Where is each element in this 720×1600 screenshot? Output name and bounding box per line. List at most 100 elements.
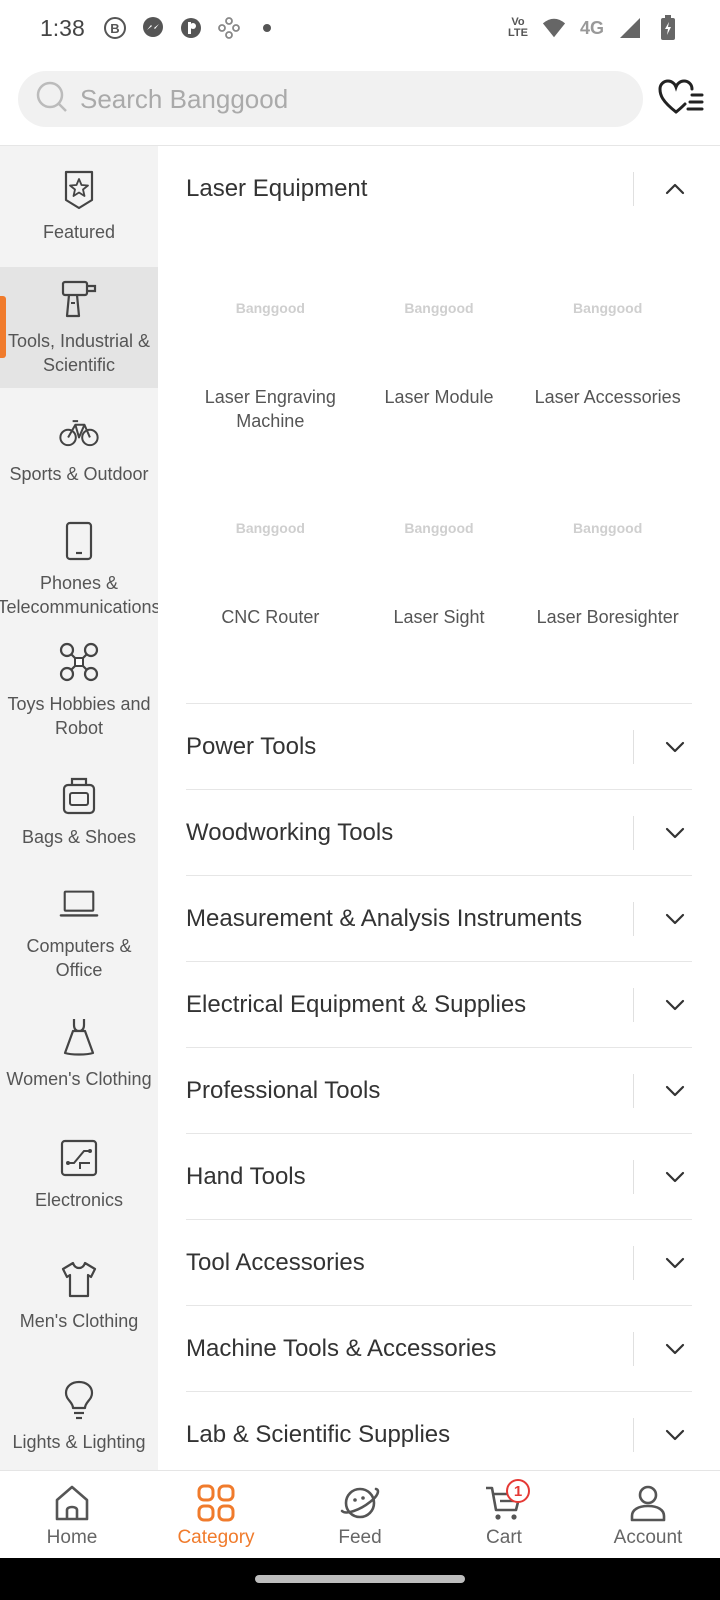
subcategory-item[interactable]: Banggood Laser Engraving Machine bbox=[186, 243, 355, 463]
sidebar-item-computers-office[interactable]: Computers & Office bbox=[0, 872, 158, 993]
network-type: 4G bbox=[579, 17, 604, 38]
star-badge-icon bbox=[59, 170, 99, 210]
home-gesture-handle[interactable] bbox=[255, 1575, 465, 1583]
section-hand-tools[interactable]: Hand Tools bbox=[186, 1134, 692, 1220]
section-tool-accessories[interactable]: Tool Accessories bbox=[186, 1220, 692, 1306]
sidebar-item-sports-outdoor[interactable]: Sports & Outdoor bbox=[0, 388, 158, 509]
drill-icon bbox=[59, 279, 99, 319]
subcategory-label: Laser Boresighter bbox=[536, 607, 679, 627]
section-lab-scientific[interactable]: Lab & Scientific Supplies bbox=[186, 1392, 692, 1470]
dot-icon bbox=[255, 16, 279, 40]
chevron-down-icon[interactable] bbox=[660, 1420, 690, 1450]
subcategory-thumbnail: Banggood bbox=[404, 300, 474, 316]
chevron-down-icon[interactable] bbox=[660, 818, 690, 848]
drone-icon bbox=[59, 642, 99, 682]
section-title: Measurement & Analysis Instruments bbox=[186, 904, 583, 932]
sidebar-item-toys-hobbies-robot[interactable]: Toys Hobbies and Robot bbox=[0, 630, 158, 751]
subcategory-label: Laser Accessories bbox=[534, 387, 681, 407]
search-bar[interactable] bbox=[18, 71, 643, 127]
sidebar-item-lights-lighting[interactable]: Lights & Lighting bbox=[0, 1356, 158, 1470]
messenger-icon bbox=[141, 16, 165, 40]
gamepad-icon bbox=[217, 16, 241, 40]
chevron-down-icon[interactable] bbox=[660, 1334, 690, 1364]
section-measurement-analysis[interactable]: Measurement & Analysis Instruments bbox=[186, 876, 692, 962]
sidebar-item-label: Men's Clothing bbox=[19, 1310, 139, 1331]
subcategory-item[interactable]: Banggood Laser Sight bbox=[355, 463, 524, 683]
section-woodworking-tools[interactable]: Woodworking Tools bbox=[186, 790, 692, 876]
section-title: Hand Tools bbox=[186, 1162, 306, 1190]
nav-category[interactable]: Category bbox=[144, 1471, 288, 1558]
sidebar-item-label: Bags & Shoes bbox=[21, 826, 137, 847]
subcategory-item[interactable]: Banggood Laser Module bbox=[355, 243, 524, 463]
subcategory-item[interactable]: Banggood CNC Router bbox=[186, 463, 355, 683]
nav-label: Category bbox=[177, 1527, 255, 1548]
sidebar-item-tools-industrial-scientific[interactable]: Tools, Industrial & Scientific bbox=[0, 267, 158, 388]
sidebar-item-electronics[interactable]: Electronics bbox=[0, 1114, 158, 1235]
signal-icon bbox=[618, 16, 642, 40]
subcategory-panel: Laser Equipment Banggood Laser Engraving… bbox=[158, 146, 720, 1470]
chevron-up-icon[interactable] bbox=[660, 174, 690, 204]
chevron-down-icon[interactable] bbox=[660, 732, 690, 762]
wishlist-button[interactable] bbox=[658, 78, 704, 120]
subcategory-thumbnail: Banggood bbox=[573, 520, 643, 536]
sidebar-item-phones-telecommunications[interactable]: Phones & Telecommunications bbox=[0, 509, 158, 630]
phone-icon bbox=[59, 521, 99, 561]
nav-label: Home bbox=[46, 1527, 98, 1548]
section-machine-tools[interactable]: Machine Tools & Accessories bbox=[186, 1306, 692, 1392]
sidebar-item-womens-clothing[interactable]: Women's Clothing bbox=[0, 993, 158, 1114]
sidebar-item-label: Computers & Office bbox=[26, 935, 132, 980]
chevron-down-icon[interactable] bbox=[660, 1248, 690, 1278]
subcategory-grid: Banggood Laser Engraving Machine Banggoo… bbox=[186, 231, 692, 703]
status-time: 1:38 bbox=[40, 14, 85, 41]
svg-text:B: B bbox=[110, 21, 119, 36]
sidebar-item-label: Tools, Industrial & Scientific bbox=[7, 330, 151, 375]
subcategory-item[interactable]: Banggood Laser Boresighter bbox=[523, 463, 692, 683]
chevron-down-icon[interactable] bbox=[660, 1076, 690, 1106]
nav-cart[interactable]: 1 Cart bbox=[432, 1471, 576, 1558]
chevron-down-icon[interactable] bbox=[660, 1162, 690, 1192]
nav-account[interactable]: Account bbox=[576, 1471, 720, 1558]
search-input[interactable] bbox=[80, 83, 600, 115]
subcategory-label: Laser Sight bbox=[393, 607, 485, 627]
sidebar-item-label: Sports & Outdoor bbox=[9, 463, 149, 484]
circuit-icon bbox=[59, 1138, 99, 1178]
battery-icon bbox=[656, 15, 680, 40]
section-title: Electrical Equipment & Supplies bbox=[186, 990, 527, 1018]
sidebar-item-bags-shoes[interactable]: Bags & Shoes bbox=[0, 751, 158, 872]
subcategory-thumbnail: Banggood bbox=[235, 300, 305, 316]
bicycle-icon bbox=[59, 412, 99, 452]
sidebar-item-label: Featured bbox=[42, 221, 116, 242]
section-laser-equipment: Laser Equipment Banggood Laser Engraving… bbox=[186, 146, 692, 704]
section-power-tools[interactable]: Power Tools bbox=[186, 704, 692, 790]
nav-home[interactable]: Home bbox=[0, 1471, 144, 1558]
subcategory-item[interactable]: Banggood Laser Accessories bbox=[523, 243, 692, 463]
nav-label: Cart bbox=[486, 1527, 522, 1548]
sidebar-item-label: Phones & Telecommunications bbox=[0, 572, 158, 617]
nav-feed[interactable]: Feed bbox=[288, 1471, 432, 1558]
sidebar-item-featured[interactable]: Featured bbox=[0, 146, 158, 267]
chevron-down-icon[interactable] bbox=[660, 904, 690, 934]
sidebar-item-label: Women's Clothing bbox=[6, 1068, 152, 1089]
section-header[interactable]: Laser Equipment bbox=[186, 146, 692, 231]
sidebar-item-mens-clothing[interactable]: Men's Clothing bbox=[0, 1235, 158, 1356]
subcategory-thumbnail: Banggood bbox=[404, 520, 474, 536]
laptop-icon bbox=[59, 884, 99, 924]
section-title: Machine Tools & Accessories bbox=[186, 1334, 497, 1362]
b-app-icon: B bbox=[103, 16, 127, 40]
section-title: Lab & Scientific Supplies bbox=[186, 1420, 451, 1448]
sidebar-item-label: Electronics bbox=[34, 1189, 124, 1210]
sidebar-item-label: Lights & Lighting bbox=[12, 1431, 146, 1452]
section-electrical-equipment[interactable]: Electrical Equipment & Supplies bbox=[186, 962, 692, 1048]
search-icon bbox=[36, 81, 68, 118]
wifi-icon bbox=[542, 16, 566, 40]
chevron-down-icon[interactable] bbox=[660, 990, 690, 1020]
volte-indicator: Vo LTE bbox=[508, 16, 528, 39]
section-professional-tools[interactable]: Professional Tools bbox=[186, 1048, 692, 1134]
subcategory-label: Laser Engraving Machine bbox=[204, 387, 336, 431]
bulb-icon bbox=[59, 1380, 99, 1420]
nav-label: Account bbox=[613, 1527, 683, 1548]
p-app-icon bbox=[179, 16, 203, 40]
subcategory-label: Laser Module bbox=[384, 387, 494, 407]
section-title: Laser Equipment bbox=[186, 174, 368, 202]
shirt-icon bbox=[59, 1259, 99, 1299]
